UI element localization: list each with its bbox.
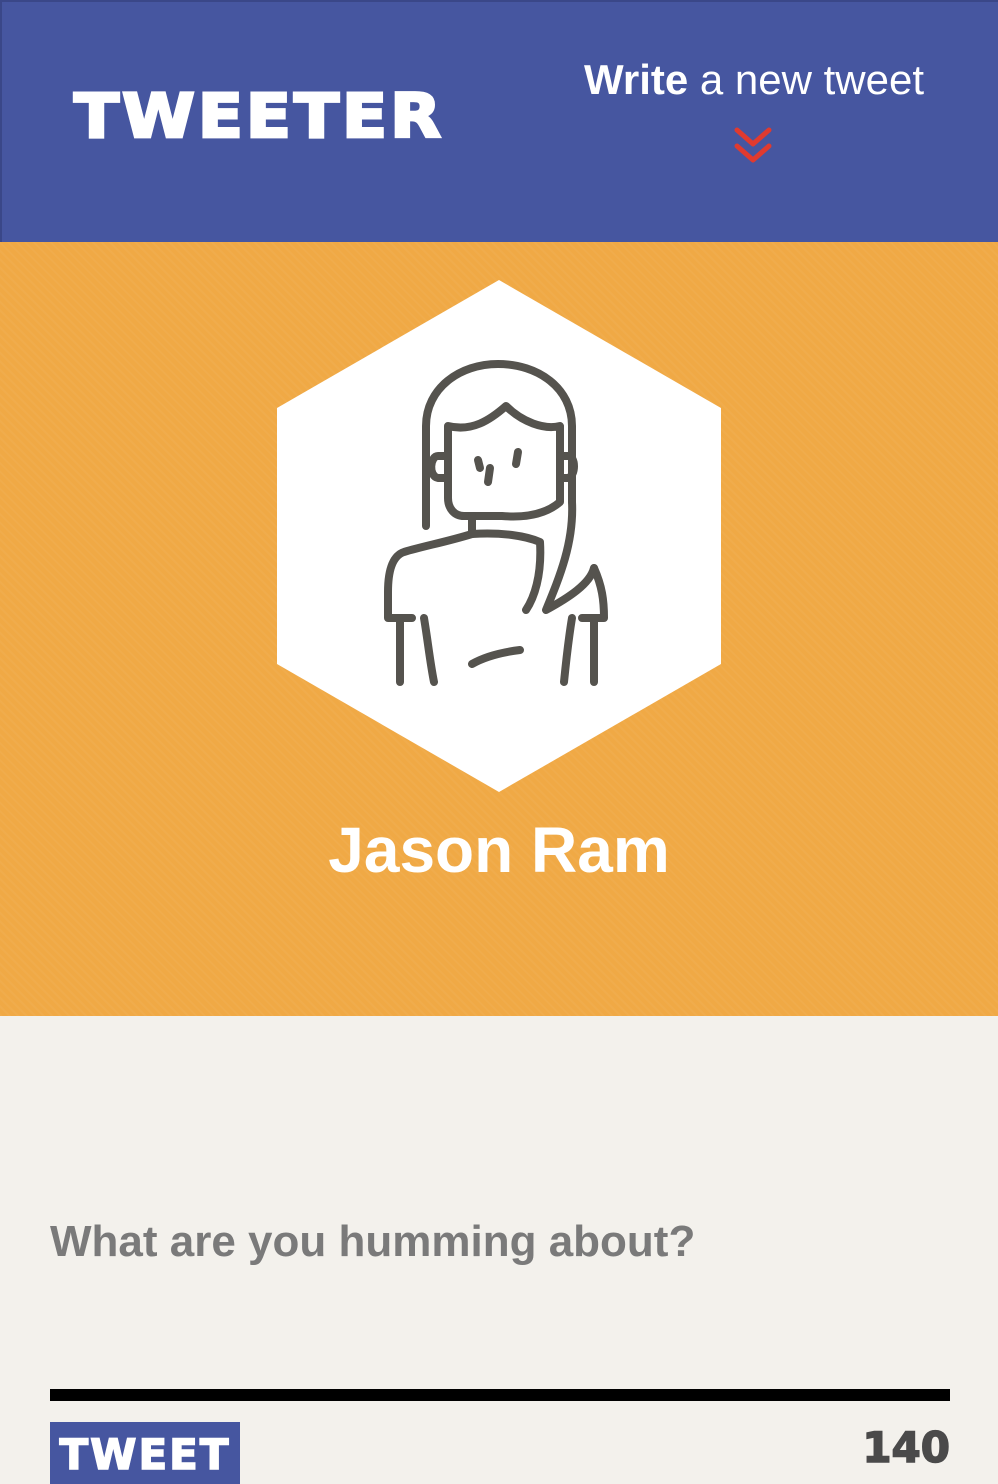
write-label-rest: a new tweet (688, 56, 925, 103)
user-avatar-icon (277, 280, 721, 792)
header: TWEETER Write a new tweet (0, 0, 998, 242)
write-new-tweet-toggle[interactable]: Write a new tweet (562, 50, 946, 180)
tweet-text-input[interactable] (50, 1206, 950, 1278)
write-new-tweet-label: Write a new tweet (562, 50, 946, 110)
write-label-strong: Write (583, 56, 689, 103)
character-counter: 140 (862, 1422, 951, 1473)
double-chevron-down-icon (734, 127, 772, 163)
tweet-submit-button[interactable]: TWEET (50, 1422, 240, 1484)
tweet-composer: TWEET 140 (0, 1016, 998, 1484)
app-logo: TWEETER (73, 80, 444, 154)
tweeter-app: TWEETER Write a new tweet Jason Ram What… (0, 0, 998, 1484)
composer-divider (50, 1389, 950, 1401)
profile-name: Jason Ram (328, 814, 670, 886)
profile-banner: Jason Ram (0, 242, 998, 1016)
